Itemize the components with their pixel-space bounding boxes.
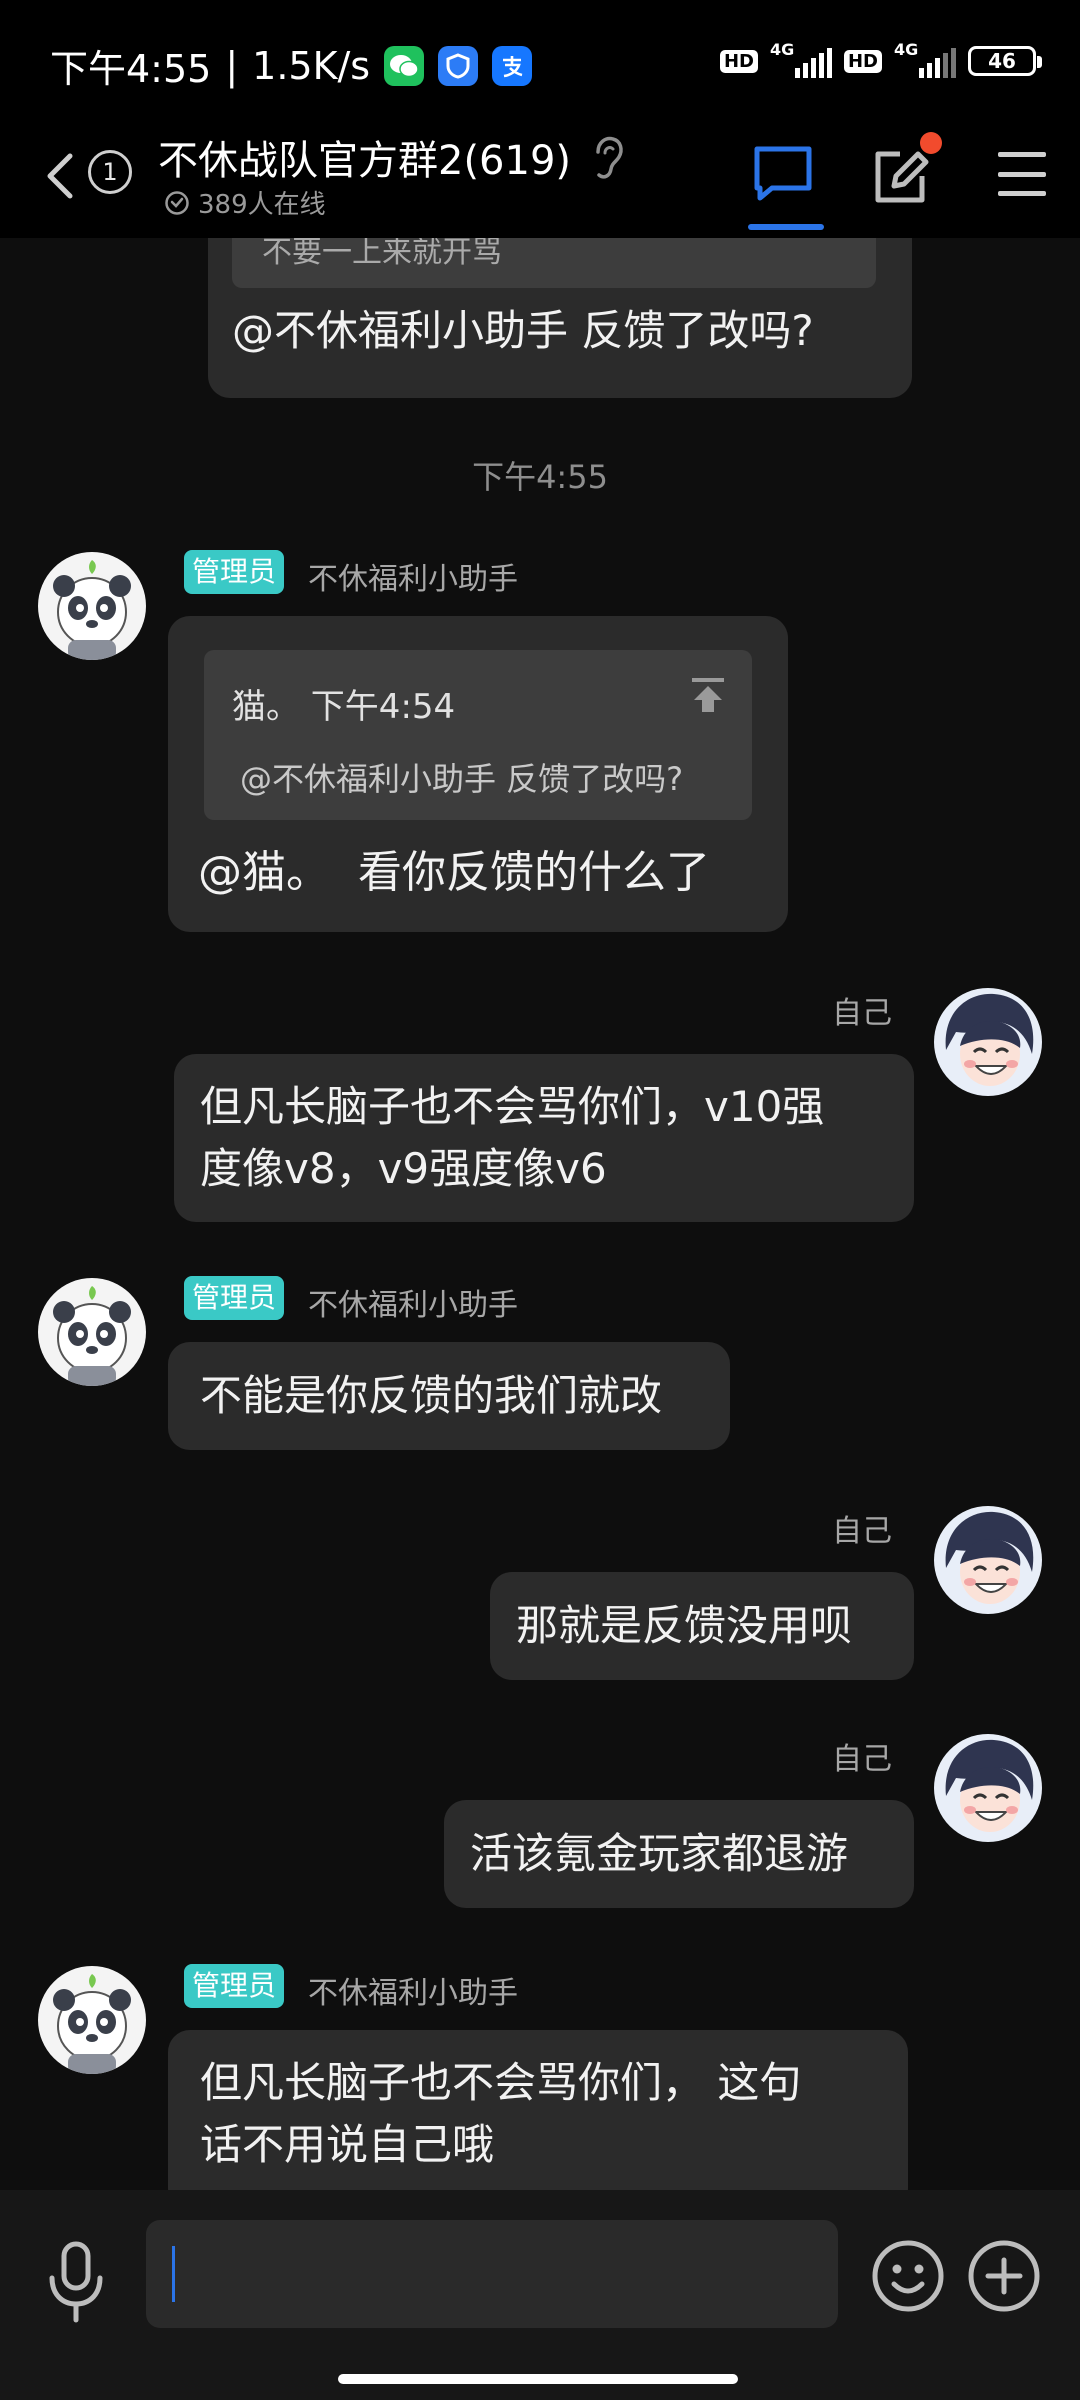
message-text-line: 话不用说自己哦: [200, 2120, 495, 2169]
message-text-line: 但凡长脑子也不会骂你们，v10强: [200, 1082, 825, 1131]
status-time: 下午4:55: [50, 47, 212, 91]
user-avatar-icon: [934, 1506, 1042, 1614]
status-right: HD 4G HD 4G 46: [719, 40, 1042, 78]
hd-tag: HD: [719, 49, 758, 73]
quoted-message: 不要一上来就开骂: [232, 238, 876, 288]
text-caret: [172, 2246, 175, 2302]
hamburger-menu-icon[interactable]: [998, 152, 1046, 196]
signal-strength-icon: 4G: [894, 40, 956, 78]
message-text-line: 但凡长脑子也不会骂你们， 这句: [200, 2058, 802, 2107]
sender-name-self: 自己: [832, 996, 892, 1031]
avatar-self[interactable]: [934, 1506, 1042, 1614]
quoted-text: @不休福利小助手 反馈了改吗?: [240, 760, 684, 798]
alipay-notification-icon: [492, 45, 533, 86]
signal-strength-icon: 4G: [770, 40, 832, 78]
message-list[interactable]: 不要一上来就开骂 @不休福利小助手 反馈了改吗? 下午4:55 管理员 不休福利…: [0, 238, 1080, 2190]
avatar-panda[interactable]: [38, 1966, 146, 2074]
home-indicator[interactable]: [338, 2374, 738, 2384]
panda-avatar-icon: [38, 552, 146, 660]
chat-header: 1 不休战队官方群2(619) 389人在线: [0, 126, 1080, 238]
chat-tab[interactable]: [752, 144, 814, 202]
admin-badge: 管理员: [184, 1964, 285, 2008]
hd-tag: HD: [843, 49, 882, 73]
avatar-self[interactable]: [934, 988, 1042, 1096]
sender-name-self: 自己: [832, 1742, 892, 1777]
sender-name[interactable]: 不休福利小助手: [308, 1280, 518, 1324]
edit-button[interactable]: [872, 142, 932, 206]
group-title[interactable]: 不休战队官方群2(619): [158, 128, 571, 186]
plus-circle-icon[interactable]: [966, 2238, 1042, 2314]
quote-author: 猫。 下午4:54: [232, 687, 456, 727]
status-bar: 下午4:55 | 1.5K/s HD 4G HD 4G 46: [0, 0, 1080, 126]
online-status: 389人在线: [164, 184, 326, 221]
avatar-panda[interactable]: [38, 1278, 146, 1386]
sender-name-self: 自己: [832, 1514, 892, 1549]
online-count: 389人在线: [198, 190, 326, 220]
avatar-self[interactable]: [934, 1734, 1042, 1842]
status-separator: |: [225, 43, 239, 88]
network-type: 4G: [894, 40, 919, 59]
back-button[interactable]: [40, 146, 80, 206]
admin-badge: 管理员: [184, 1276, 285, 1320]
admin-badge: 管理员: [184, 550, 285, 594]
status-left: 下午4:55 | 1.5K/s: [50, 38, 533, 93]
message-text: 活该氪金玩家都退游: [470, 1829, 849, 1878]
message-bubble[interactable]: 不能是你反馈的我们就改: [168, 1342, 730, 1450]
microphone-icon[interactable]: [44, 2240, 108, 2324]
battery-icon: 46: [968, 46, 1042, 76]
quoted-text: 不要一上来就开骂: [262, 238, 502, 270]
message-bubble[interactable]: 猫。 下午4:54 @不休福利小助手 反馈了改吗? @猫。 看你反馈的什么了: [168, 616, 788, 932]
time-divider: 下午4:55: [472, 458, 608, 496]
user-avatar-icon: [934, 1734, 1042, 1842]
active-tab-indicator: [748, 224, 824, 230]
shield-notification-icon: [438, 45, 479, 86]
message-text: 不能是你反馈的我们就改: [200, 1371, 663, 1420]
network-speed: 1.5K/s: [252, 43, 371, 88]
message-text: 那就是反馈没用呗: [516, 1601, 853, 1650]
message-bubble-partial[interactable]: 不要一上来就开骂 @不休福利小助手 反馈了改吗?: [208, 238, 912, 398]
message-bubble-self[interactable]: 活该氪金玩家都退游: [444, 1800, 914, 1908]
notification-dot: [920, 132, 942, 154]
edit-icon: [875, 151, 929, 203]
chat-bubble-icon: [754, 146, 812, 201]
unread-count-badge[interactable]: 1: [88, 150, 132, 194]
message-text-line: 度像v8，v9强度像v6: [200, 1144, 607, 1193]
ear-icon[interactable]: [588, 134, 628, 182]
user-avatar-icon: [934, 988, 1042, 1096]
panda-avatar-icon: [38, 1966, 146, 2074]
message-input[interactable]: [146, 2220, 838, 2328]
wechat-notification-icon: [384, 45, 425, 86]
emoji-smile-icon[interactable]: [870, 2238, 946, 2314]
message-bubble[interactable]: 但凡长脑子也不会骂你们， 这句 话不用说自己哦: [168, 2030, 908, 2190]
network-type: 4G: [769, 40, 795, 59]
check-circle-icon: [165, 190, 189, 215]
message-bubble-self[interactable]: 那就是反馈没用呗: [490, 1572, 914, 1680]
input-bar: [0, 2190, 1080, 2400]
quoted-message[interactable]: 猫。 下午4:54 @不休福利小助手 反馈了改吗?: [204, 650, 752, 820]
battery-level: 46: [988, 49, 1016, 73]
sender-name[interactable]: 不休福利小助手: [308, 1968, 518, 2012]
panda-avatar-icon: [38, 1278, 146, 1386]
avatar-panda[interactable]: [38, 552, 146, 660]
message-text: @猫。 看你反馈的什么了: [198, 847, 710, 898]
message-bubble-self[interactable]: 但凡长脑子也不会骂你们，v10强 度像v8，v9强度像v6: [174, 1054, 914, 1222]
pin-to-top-icon[interactable]: [688, 676, 728, 716]
chevron-left-icon: [47, 153, 73, 199]
sender-name[interactable]: 不休福利小助手: [308, 554, 518, 598]
message-text: @不休福利小助手 反馈了改吗?: [232, 306, 814, 355]
